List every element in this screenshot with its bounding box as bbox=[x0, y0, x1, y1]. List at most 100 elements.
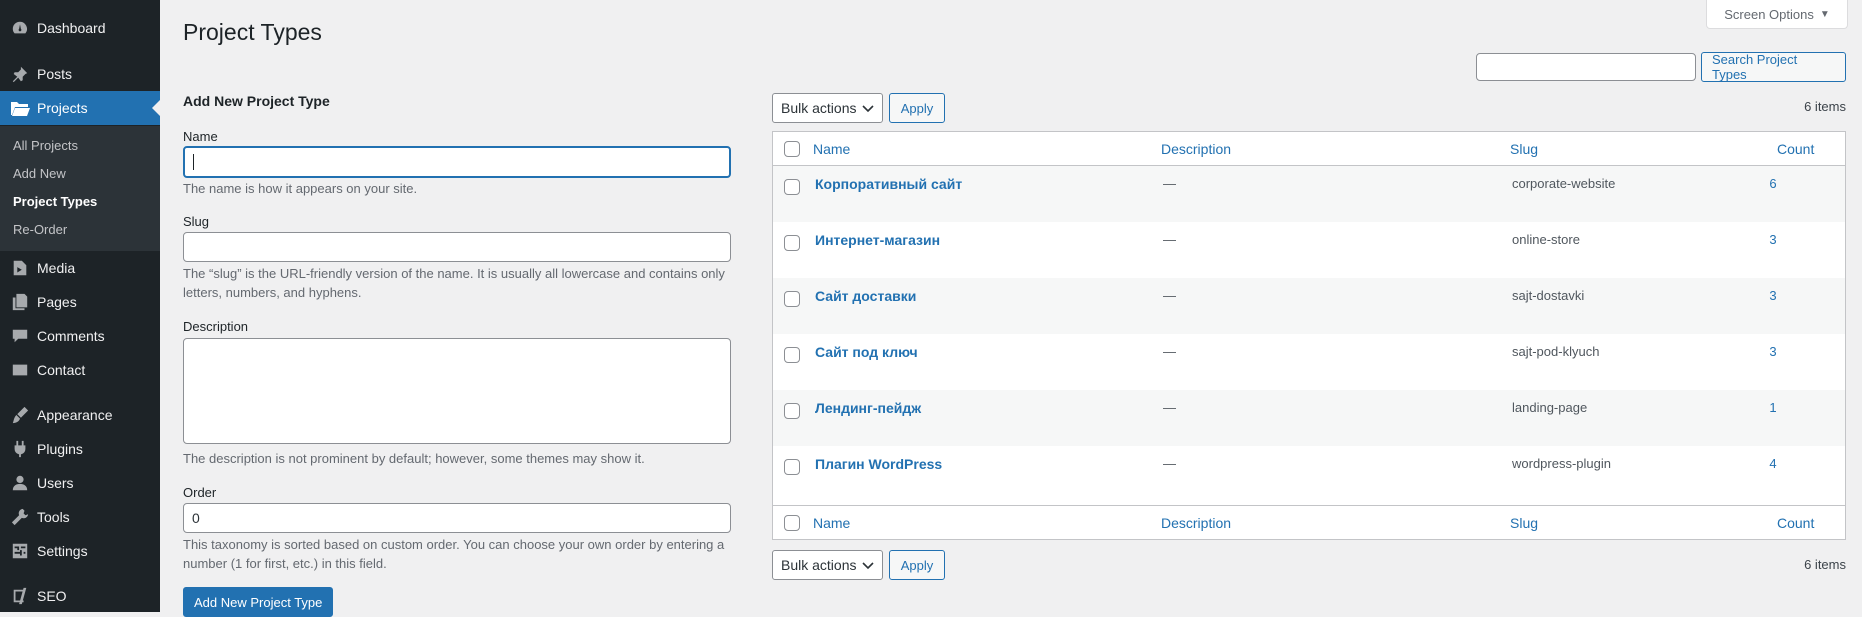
slug-description: The “slug” is the URL-friendly version o… bbox=[183, 264, 733, 302]
table-footer: Name Description Slug Count bbox=[773, 505, 1845, 539]
name-label: Name bbox=[183, 129, 218, 144]
media-icon bbox=[10, 258, 30, 278]
select-all-checkbox[interactable] bbox=[784, 141, 800, 157]
row-checkbox[interactable] bbox=[784, 235, 800, 251]
term-slug: landing-page bbox=[1512, 400, 1588, 415]
projects-submenu: All Projects Add New Project Types Re-Or… bbox=[0, 126, 160, 251]
table-row: Сайт под ключ — sajt-pod-klyuch 3 bbox=[773, 334, 1845, 390]
submenu-project-types[interactable]: Project Types bbox=[13, 194, 97, 209]
menu-item-pages[interactable]: Pages bbox=[0, 285, 160, 319]
term-count-link[interactable]: 4 bbox=[1743, 456, 1803, 471]
table-row: Сайт доставки — sajt-dostavki 3 bbox=[773, 278, 1845, 334]
seo-icon bbox=[10, 586, 30, 606]
menu-item-dashboard[interactable]: Dashboard bbox=[0, 11, 160, 45]
menu-item-seo[interactable]: SEO bbox=[0, 579, 160, 613]
menu-label: Pages bbox=[37, 294, 77, 310]
term-description: — bbox=[1163, 176, 1176, 191]
column-header-count[interactable]: Count bbox=[1777, 141, 1814, 157]
bulk-actions-select-top[interactable]: Bulk actions bbox=[772, 93, 883, 123]
menu-label: Dashboard bbox=[37, 20, 106, 36]
menu-item-posts[interactable]: Posts bbox=[0, 57, 160, 91]
select-all-checkbox-footer[interactable] bbox=[784, 515, 800, 531]
menu-item-plugins[interactable]: Plugins bbox=[0, 432, 160, 466]
add-new-project-type-button[interactable]: Add New Project Type bbox=[183, 587, 334, 617]
term-count-link[interactable]: 3 bbox=[1743, 232, 1803, 247]
column-footer-count[interactable]: Count bbox=[1777, 515, 1814, 531]
search-project-types-button[interactable]: Search Project Types bbox=[1701, 52, 1846, 82]
row-checkbox[interactable] bbox=[784, 459, 800, 475]
table-header: Name Description Slug Count bbox=[773, 132, 1845, 166]
slug-description-line: letters, numbers, and hyphens. bbox=[183, 285, 362, 300]
submenu-all-projects[interactable]: All Projects bbox=[13, 138, 78, 153]
description-textarea[interactable] bbox=[183, 338, 731, 444]
term-slug: online-store bbox=[1512, 232, 1580, 247]
menu-label: SEO bbox=[37, 588, 67, 604]
term-name-link[interactable]: Лендинг-пейдж bbox=[815, 400, 921, 416]
row-checkbox[interactable] bbox=[784, 347, 800, 363]
menu-item-settings[interactable]: Settings bbox=[0, 534, 160, 568]
table-row: Корпоративный сайт — corporate-website 6 bbox=[773, 166, 1845, 222]
row-checkbox[interactable] bbox=[784, 403, 800, 419]
plugin-icon bbox=[10, 439, 30, 459]
term-count-link[interactable]: 6 bbox=[1743, 176, 1803, 191]
term-name-link[interactable]: Интернет-магазин bbox=[815, 232, 940, 248]
order-input[interactable]: 0 bbox=[183, 503, 731, 533]
term-name-link[interactable]: Сайт доставки bbox=[815, 288, 916, 304]
column-header-description[interactable]: Description bbox=[1161, 141, 1231, 157]
term-slug: corporate-website bbox=[1512, 176, 1616, 191]
column-footer-name[interactable]: Name bbox=[813, 515, 850, 531]
column-header-name[interactable]: Name bbox=[813, 141, 850, 157]
term-name-link[interactable]: Корпоративный сайт bbox=[815, 176, 962, 192]
slug-input[interactable] bbox=[183, 232, 731, 262]
user-icon bbox=[10, 473, 30, 493]
menu-item-tools[interactable]: Tools bbox=[0, 500, 160, 534]
menu-item-projects[interactable]: Projects bbox=[0, 91, 160, 125]
menu-item-media[interactable]: Media bbox=[0, 251, 160, 285]
menu-label: Media bbox=[37, 260, 76, 276]
menu-item-users[interactable]: Users bbox=[0, 466, 160, 500]
term-slug: wordpress-plugin bbox=[1512, 456, 1611, 471]
menu-label: Contact bbox=[37, 362, 86, 378]
row-checkbox[interactable] bbox=[784, 291, 800, 307]
apply-button-bottom[interactable]: Apply bbox=[889, 550, 945, 580]
menu-item-contact[interactable]: Contact bbox=[0, 353, 160, 387]
order-description-line: This taxonomy is sorted based on custom … bbox=[183, 537, 725, 552]
bulk-actions-select-bottom[interactable]: Bulk actions bbox=[772, 550, 883, 580]
admin-sidebar: Dashboard Posts Projects All Projects Ad… bbox=[0, 0, 160, 612]
submenu-add-new[interactable]: Add New bbox=[13, 166, 66, 181]
term-slug: sajt-pod-klyuch bbox=[1512, 344, 1600, 359]
term-name-link[interactable]: Плагин WordPress bbox=[815, 456, 942, 472]
term-description: — bbox=[1163, 288, 1176, 303]
name-description: The name is how it appears on your site. bbox=[183, 181, 418, 196]
term-slug: sajt-dostavki bbox=[1512, 288, 1585, 303]
term-count-link[interactable]: 3 bbox=[1743, 344, 1803, 359]
name-input[interactable] bbox=[183, 146, 731, 178]
table-row: Плагин WordPress — wordpress-plugin 4 bbox=[773, 446, 1845, 502]
menu-item-appearance[interactable]: Appearance bbox=[0, 398, 160, 432]
chevron-down-icon bbox=[862, 557, 874, 573]
dashboard-icon bbox=[10, 18, 30, 38]
term-count-link[interactable]: 1 bbox=[1743, 400, 1803, 415]
mail-icon bbox=[10, 360, 30, 380]
pin-icon bbox=[10, 64, 30, 84]
slug-description-line: The “slug” is the URL-friendly version o… bbox=[183, 266, 725, 281]
term-count-link[interactable]: 3 bbox=[1743, 288, 1803, 303]
row-checkbox[interactable] bbox=[784, 179, 800, 195]
term-name-link[interactable]: Сайт под ключ bbox=[815, 344, 918, 360]
column-footer-slug[interactable]: Slug bbox=[1510, 515, 1538, 531]
submenu-re-order[interactable]: Re-Order bbox=[13, 222, 67, 237]
column-footer-description[interactable]: Description bbox=[1161, 515, 1231, 531]
table-row: Интернет-магазин — online-store 3 bbox=[773, 222, 1845, 278]
items-count-top: 6 items bbox=[1804, 99, 1846, 114]
pages-icon bbox=[10, 292, 30, 312]
wrench-icon bbox=[10, 507, 30, 527]
brush-icon bbox=[10, 405, 30, 425]
slug-label: Slug bbox=[183, 214, 210, 229]
folder-icon bbox=[10, 98, 30, 118]
menu-item-comments[interactable]: Comments bbox=[0, 319, 160, 353]
column-header-slug[interactable]: Slug bbox=[1510, 141, 1538, 157]
order-label: Order bbox=[183, 485, 217, 500]
screen-options-button[interactable]: Screen Options ▼ bbox=[1706, 0, 1848, 29]
search-input[interactable] bbox=[1476, 53, 1696, 81]
apply-button-top[interactable]: Apply bbox=[889, 93, 945, 123]
